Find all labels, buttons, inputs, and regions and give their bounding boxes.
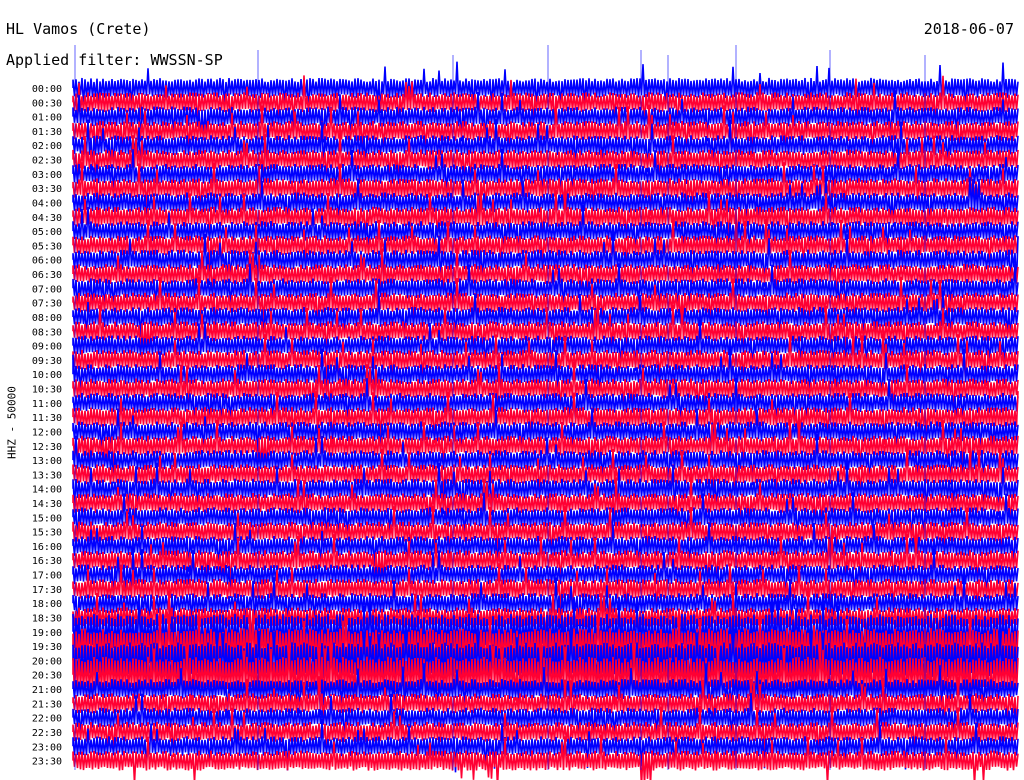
row-label: 10:30 — [32, 385, 62, 396]
row-label: 18:30 — [32, 614, 62, 625]
row-label: 03:00 — [32, 170, 62, 181]
row-label: 22:00 — [32, 714, 62, 725]
row-label: 18:00 — [32, 599, 62, 610]
row-label: 02:00 — [32, 141, 62, 152]
row-label: 02:30 — [32, 156, 62, 167]
row-label: 19:30 — [32, 642, 62, 653]
trace-group — [72, 45, 1019, 780]
row-label: 04:30 — [32, 213, 62, 224]
row-label: 13:30 — [32, 470, 62, 481]
row-label: 17:30 — [32, 585, 62, 596]
row-label: 20:30 — [32, 671, 62, 682]
row-label: 00:30 — [32, 98, 62, 109]
row-label: 15:30 — [32, 528, 62, 539]
row-label: 06:30 — [32, 270, 62, 281]
row-label: 05:30 — [32, 241, 62, 252]
row-label: 12:30 — [32, 442, 62, 453]
row-label: 19:00 — [32, 628, 62, 639]
row-label: 03:30 — [32, 184, 62, 195]
row-label: 08:30 — [32, 327, 62, 338]
row-label: 07:00 — [32, 284, 62, 295]
row-label: 23:00 — [32, 742, 62, 753]
row-label: 10:00 — [32, 370, 62, 381]
row-label: 20:00 — [32, 656, 62, 667]
row-label: 14:00 — [32, 485, 62, 496]
row-label: 17:00 — [32, 571, 62, 582]
row-label: 15:00 — [32, 513, 62, 524]
row-label: 01:30 — [32, 127, 62, 138]
row-label: 01:00 — [32, 113, 62, 124]
row-label: 16:00 — [32, 542, 62, 553]
row-label: 11:00 — [32, 399, 62, 410]
row-label: 21:30 — [32, 699, 62, 710]
row-label: 14:30 — [32, 499, 62, 510]
row-label: 11:30 — [32, 413, 62, 424]
row-label: 22:30 — [32, 728, 62, 739]
row-label: 21:00 — [32, 685, 62, 696]
row-label: 09:00 — [32, 342, 62, 353]
row-label: 07:30 — [32, 299, 62, 310]
row-label: 08:00 — [32, 313, 62, 324]
row-label: 06:00 — [32, 256, 62, 267]
row-label: 23:30 — [32, 757, 62, 768]
row-label: 00:00 — [32, 84, 62, 95]
helicorder-plot: 00:00 00:30 01:00 01:30 02:00 02:30 03:00 03:30… — [32, 45, 1019, 780]
tick-label-group: 00:00 00:30 01:00 01:30 02:00 02:30 03:00 03:30… — [32, 84, 62, 768]
row-label: 09:30 — [32, 356, 62, 367]
row-label: 04:00 — [32, 199, 62, 210]
row-label: 05:00 — [32, 227, 62, 238]
row-label: 12:00 — [32, 427, 62, 438]
row-label: 16:30 — [32, 556, 62, 567]
row-label: 13:00 — [32, 456, 62, 467]
